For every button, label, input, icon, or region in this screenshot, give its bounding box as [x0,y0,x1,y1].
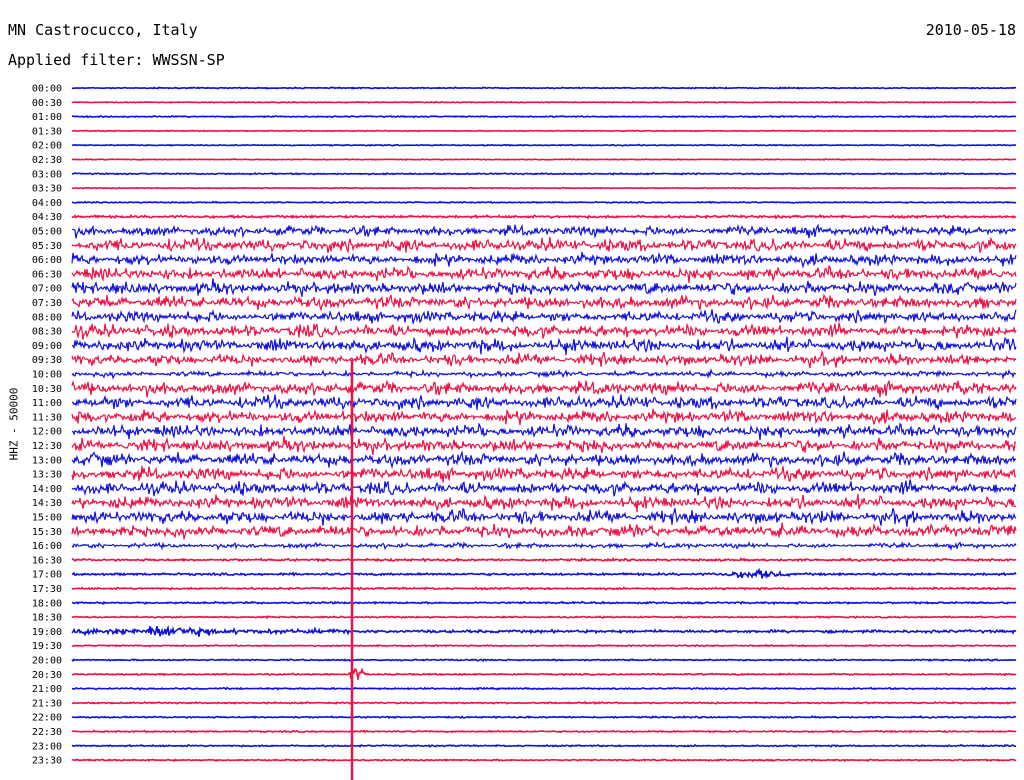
tick-label: 00:30 [32,98,62,109]
trace-line [71,541,1017,552]
tick-label: 16:00 [32,541,62,552]
trace-line [71,643,1017,648]
tick-label: 03:00 [32,169,62,180]
tick-label: 02:00 [32,141,62,152]
trace-line [71,251,1017,269]
trace-line [71,435,1017,455]
trace-line [71,715,1017,720]
tick-label: 02:30 [32,155,62,166]
trace-line [71,223,1017,239]
trace-line [71,507,1017,527]
tick-label: 21:30 [32,698,62,709]
trace-line [71,556,1017,563]
tick-labels-group: 00:00 00:30 01:00 01:30 02:00 02:30 03:00 03:30… [32,84,62,767]
trace-line [71,586,1017,591]
traces-group [71,86,1017,780]
tick-label: 18:00 [32,598,62,609]
trace-line [71,129,1017,133]
tick-label: 06:00 [32,255,62,266]
helicorder-page: MN Castrocucco, Italy Applied filter: WW… [0,0,1024,780]
trace-line [71,186,1017,190]
trace-line [71,729,1017,734]
trace-line [71,493,1017,513]
tick-label: 11:30 [32,412,62,423]
tick-label: 17:00 [32,570,62,581]
trace-line [71,213,1017,220]
tick-label: 07:00 [32,284,62,295]
tick-label: 05:00 [32,227,62,238]
trace-line [71,567,1017,580]
trace-line [71,349,1017,369]
tick-label: 13:00 [32,455,62,466]
tick-label: 12:00 [32,427,62,438]
trace-line [71,293,1017,312]
tick-label: 20:00 [32,656,62,667]
tick-label: 15:00 [32,513,62,524]
trace-line [71,667,1017,680]
tick-label: 04:00 [32,198,62,209]
tick-label: 22:30 [32,727,62,738]
trace-line [71,657,1017,663]
tick-label: 09:30 [32,355,62,366]
trace-line [71,422,1017,441]
trace-line [71,408,1017,426]
trace-line [71,379,1017,398]
tick-label: 23:00 [32,741,62,752]
trace-line [71,743,1017,748]
trace-line [71,624,1017,637]
tick-label: 17:30 [32,584,62,595]
tick-label: 23:30 [32,756,62,767]
trace-line [71,171,1016,176]
trace-line [71,686,1017,691]
tick-label: 19:30 [32,641,62,652]
trace-line [71,308,1017,325]
tick-label: 15:30 [32,527,62,538]
trace-line [71,278,1017,297]
trace-line [71,367,1017,380]
tick-label: 20:30 [32,670,62,681]
trace-line [71,336,1017,356]
trace-line [71,700,1017,705]
tick-label: 00:00 [32,84,62,95]
trace-line [71,600,1017,606]
trace-line [71,100,1017,104]
tick-label: 18:30 [32,613,62,624]
trace-line [71,522,1017,540]
tick-label: 13:30 [32,470,62,481]
tick-label: 22:00 [32,713,62,724]
trace-line [71,479,1017,497]
trace-line [71,236,1017,254]
tick-label: 05:30 [32,241,62,252]
tick-label: 10:30 [32,384,62,395]
tick-label: 11:00 [32,398,62,409]
tick-label: 03:30 [32,184,62,195]
trace-line [71,615,1017,620]
tick-label: 01:00 [32,112,62,123]
tick-label: 14:30 [32,498,62,509]
tick-label: 12:30 [32,441,62,452]
tick-label: 04:30 [32,212,62,223]
trace-line [71,394,1017,411]
seismogram-chart: 00:00 00:30 01:00 01:30 02:00 02:30 03:00 03:30… [32,84,1017,780]
tick-label: 14:00 [32,484,62,495]
trace-line [71,465,1017,484]
trace-line [71,86,1017,90]
trace-line [71,322,1017,340]
trace-line [71,200,1017,205]
tick-label: 06:30 [32,269,62,280]
tick-label: 07:30 [32,298,62,309]
tick-label: 21:00 [32,684,62,695]
trace-line [71,450,1017,470]
trace-line [71,758,1017,763]
trace-line [71,158,1017,162]
tick-label: 09:00 [32,341,62,352]
trace-line [71,143,1017,147]
tick-label: 08:00 [32,312,62,323]
tick-label: 16:30 [32,555,62,566]
tick-label: 01:30 [32,126,62,137]
trace-line [71,115,1017,119]
tick-label: 08:30 [32,327,62,338]
tick-label: 19:00 [32,627,62,638]
tick-label: 10:00 [32,370,62,381]
